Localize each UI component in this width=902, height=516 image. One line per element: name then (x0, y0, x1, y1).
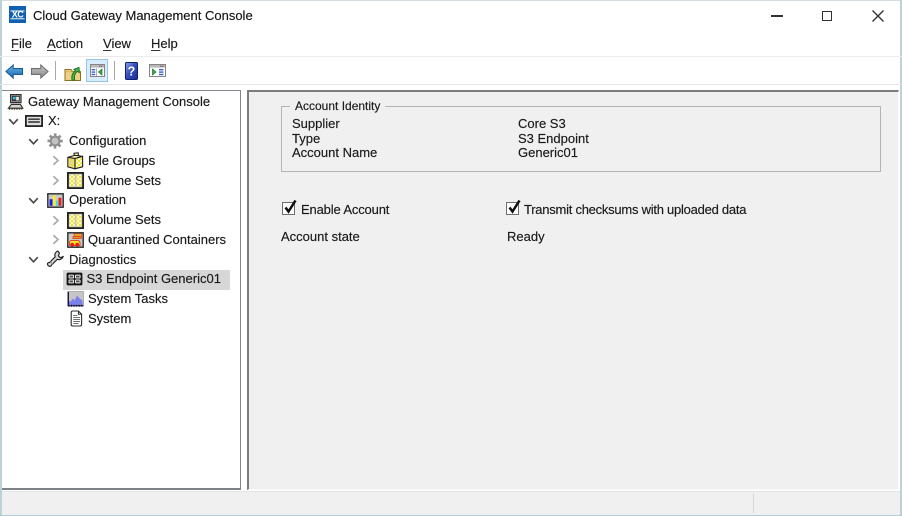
svg-text:XC: XC (12, 10, 25, 20)
svg-text:?: ? (128, 65, 136, 79)
